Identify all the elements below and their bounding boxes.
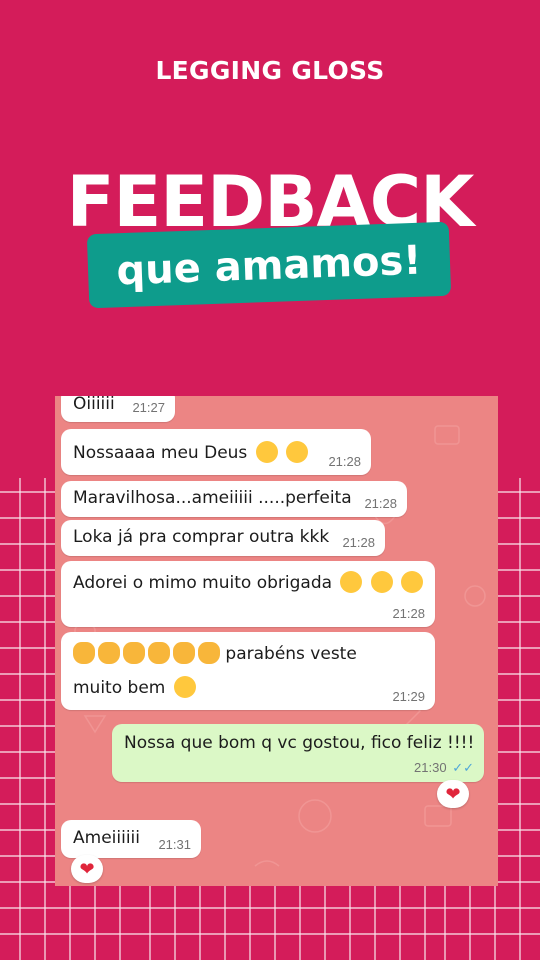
heart-eyes-icon [401, 571, 424, 593]
heart-icon[interactable]: ❤ [71, 855, 103, 883]
message-text: Adorei o mimo muito obrigada [73, 573, 333, 593]
message-time: 21:30 [414, 760, 447, 775]
message-time: 21:27 [132, 400, 165, 415]
face-blowing-kiss-icon [370, 571, 393, 593]
heart-eyes-icon [173, 676, 196, 698]
smiling-face-with-hearts-icon [340, 571, 363, 593]
clapping-hands-icon [173, 642, 195, 664]
surprised-face-icon [286, 441, 309, 463]
read-ticks-icon: ✓✓ [452, 760, 474, 775]
message-bubble[interactable]: Nossaaaa meu Deus 21:28 [61, 429, 371, 475]
message-text: muito bem [73, 678, 166, 698]
clapping-hands-icon [98, 642, 120, 664]
message-bubble[interactable]: Maravilhosa...ameiiiii .....perfeita 21:… [61, 481, 407, 517]
message-time: 21:28 [364, 496, 397, 511]
message-time: 21:28 [342, 535, 375, 550]
message-bubble[interactable]: Oiiiiii 21:27 [61, 396, 175, 422]
message-bubble-outgoing[interactable]: Nossa que bom q vc gostou, fico feliz !!… [112, 724, 484, 782]
chat-screenshot: Oiiiiii 21:27 Nossaaaa meu Deus 21:28 Ma… [55, 396, 498, 886]
message-time: 21:28 [392, 606, 425, 621]
clapping-hands-icon [123, 642, 145, 664]
message-text: parabéns veste [225, 644, 357, 664]
message-text: Oiiiiii [73, 396, 115, 414]
message-bubble[interactable]: Loka já pra comprar outra kkk 21:28 [61, 520, 385, 556]
message-time-wrap: 21:30 ✓✓ [414, 760, 474, 776]
message-text: Nossaaaa meu Deus [73, 443, 248, 463]
message-bubble[interactable]: Ameiiiiii 21:31 [61, 820, 201, 858]
message-time: 21:29 [392, 689, 425, 704]
message-bubble[interactable]: Adorei o mimo muito obrigada 21:28 [61, 561, 435, 627]
brand-title: LEGGING GLOSS [155, 56, 385, 85]
subtitle: que amamos! [115, 237, 423, 295]
message-text: Nossa que bom q vc gostou, fico feliz !!… [124, 733, 475, 753]
clapping-hands-icon [198, 642, 220, 664]
message-text: Loka já pra comprar outra kkk [73, 527, 330, 547]
message-time: 21:31 [158, 837, 191, 852]
heart-icon[interactable]: ❤ [437, 780, 469, 808]
clapping-hands-icon [148, 642, 170, 664]
message-text: Ameiiiiii [73, 828, 140, 848]
face-with-hand-over-mouth-icon [255, 441, 278, 463]
message-text: Maravilhosa...ameiiiii .....perfeita [73, 488, 352, 508]
clapping-hands-icon [73, 642, 95, 664]
message-bubble[interactable]: parabéns veste muito bem 21:29 [61, 632, 435, 710]
message-time: 21:28 [328, 454, 361, 469]
